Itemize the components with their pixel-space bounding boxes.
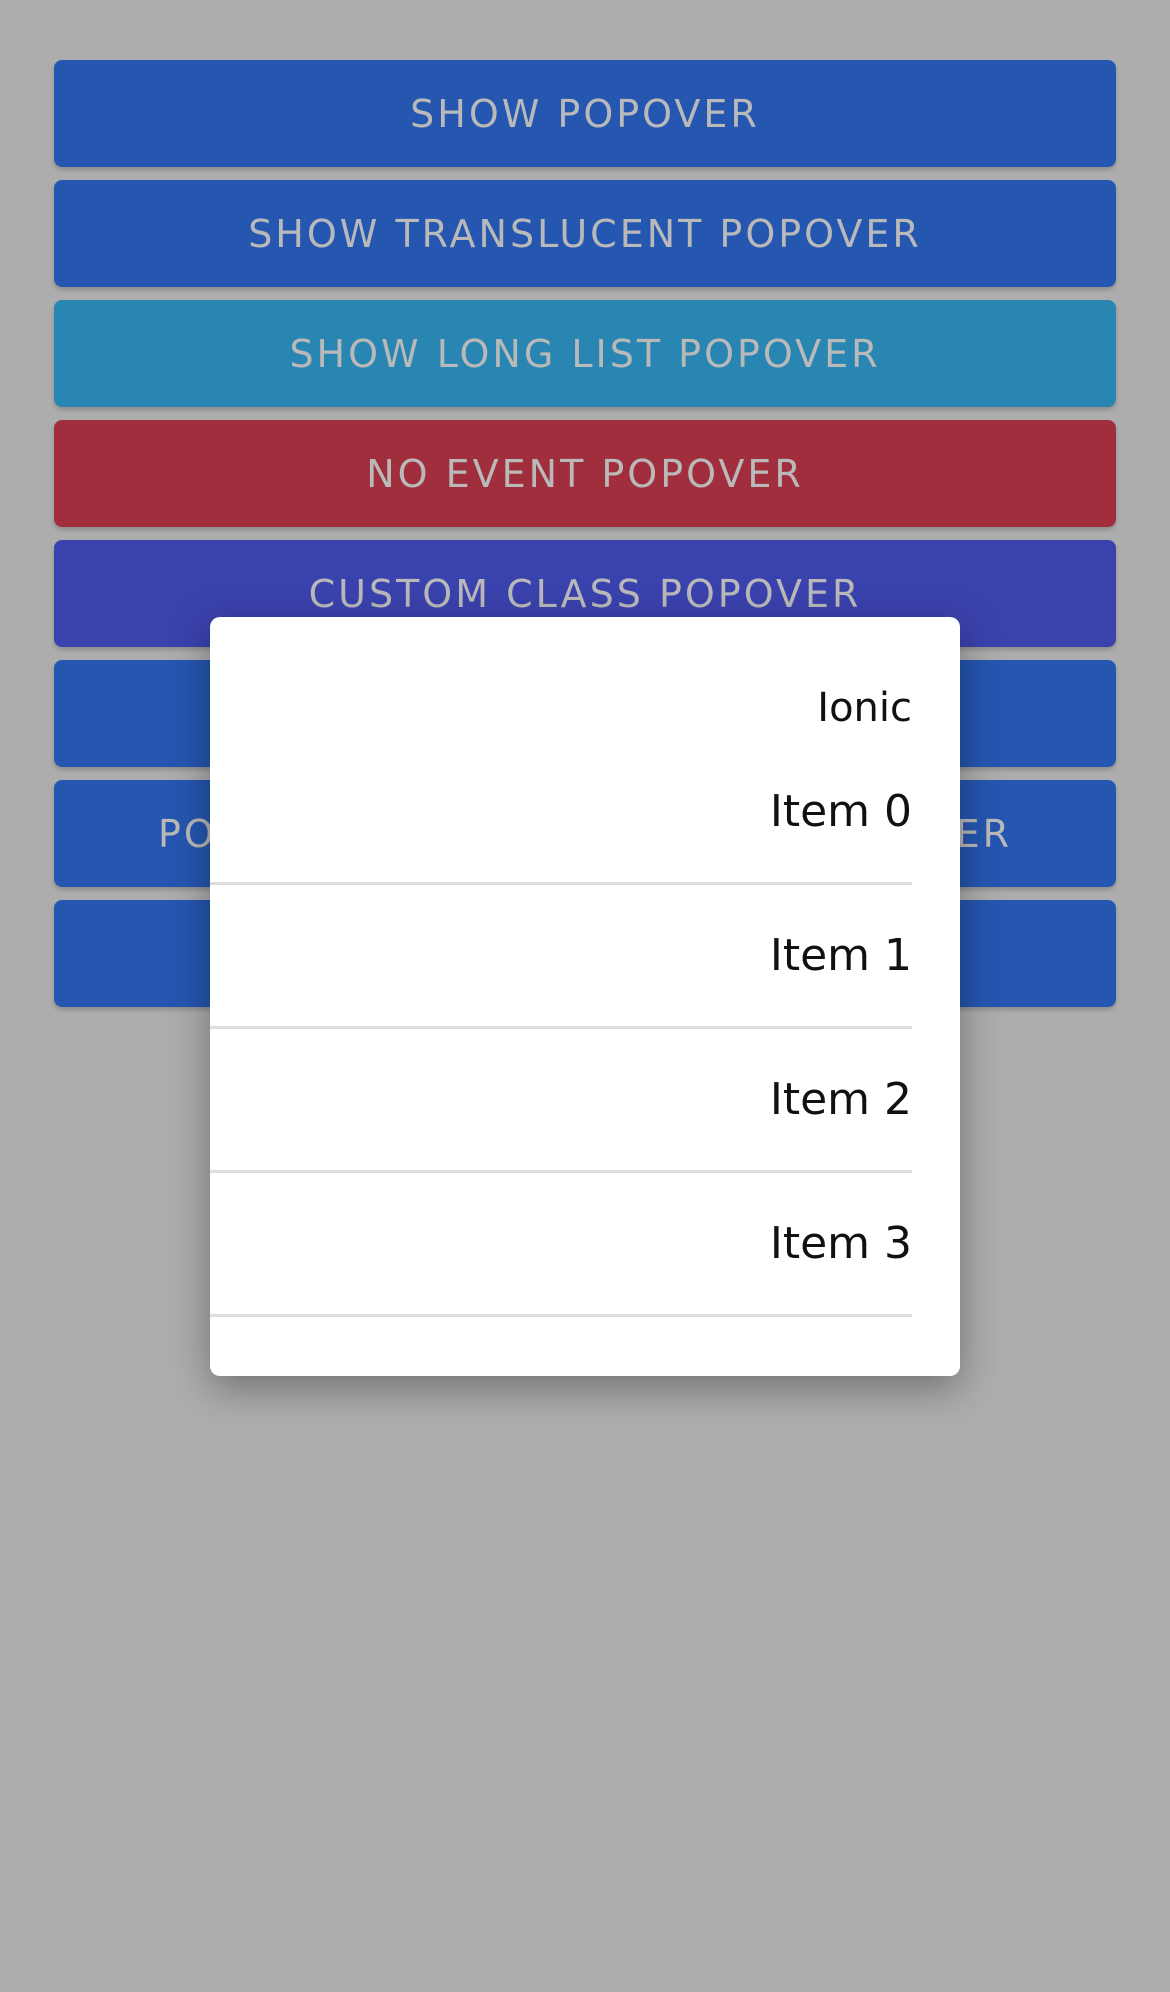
no-event-popover-button[interactable]: NO EVENT POPOVER [54,420,1116,527]
show-translucent-popover-button[interactable]: SHOW TRANSLUCENT POPOVER [54,180,1116,287]
obscured-button-7-left-text: PO [158,811,217,856]
show-long-list-popover-button[interactable]: SHOW LONG LIST POPOVER [54,300,1116,407]
popover-item-2[interactable]: Item 2 [210,1029,912,1173]
obscured-button-7-right-text: ER [955,811,1012,856]
popover-item-1[interactable]: Item 1 [210,885,912,1029]
popover-item-3[interactable]: Item 3 [210,1173,912,1317]
popover-item-0[interactable]: Item 0 [210,741,912,885]
popover: Ionic Item 0 Item 1 Item 2 Item 3 [210,617,960,1376]
show-popover-button[interactable]: SHOW POPOVER [54,60,1116,167]
